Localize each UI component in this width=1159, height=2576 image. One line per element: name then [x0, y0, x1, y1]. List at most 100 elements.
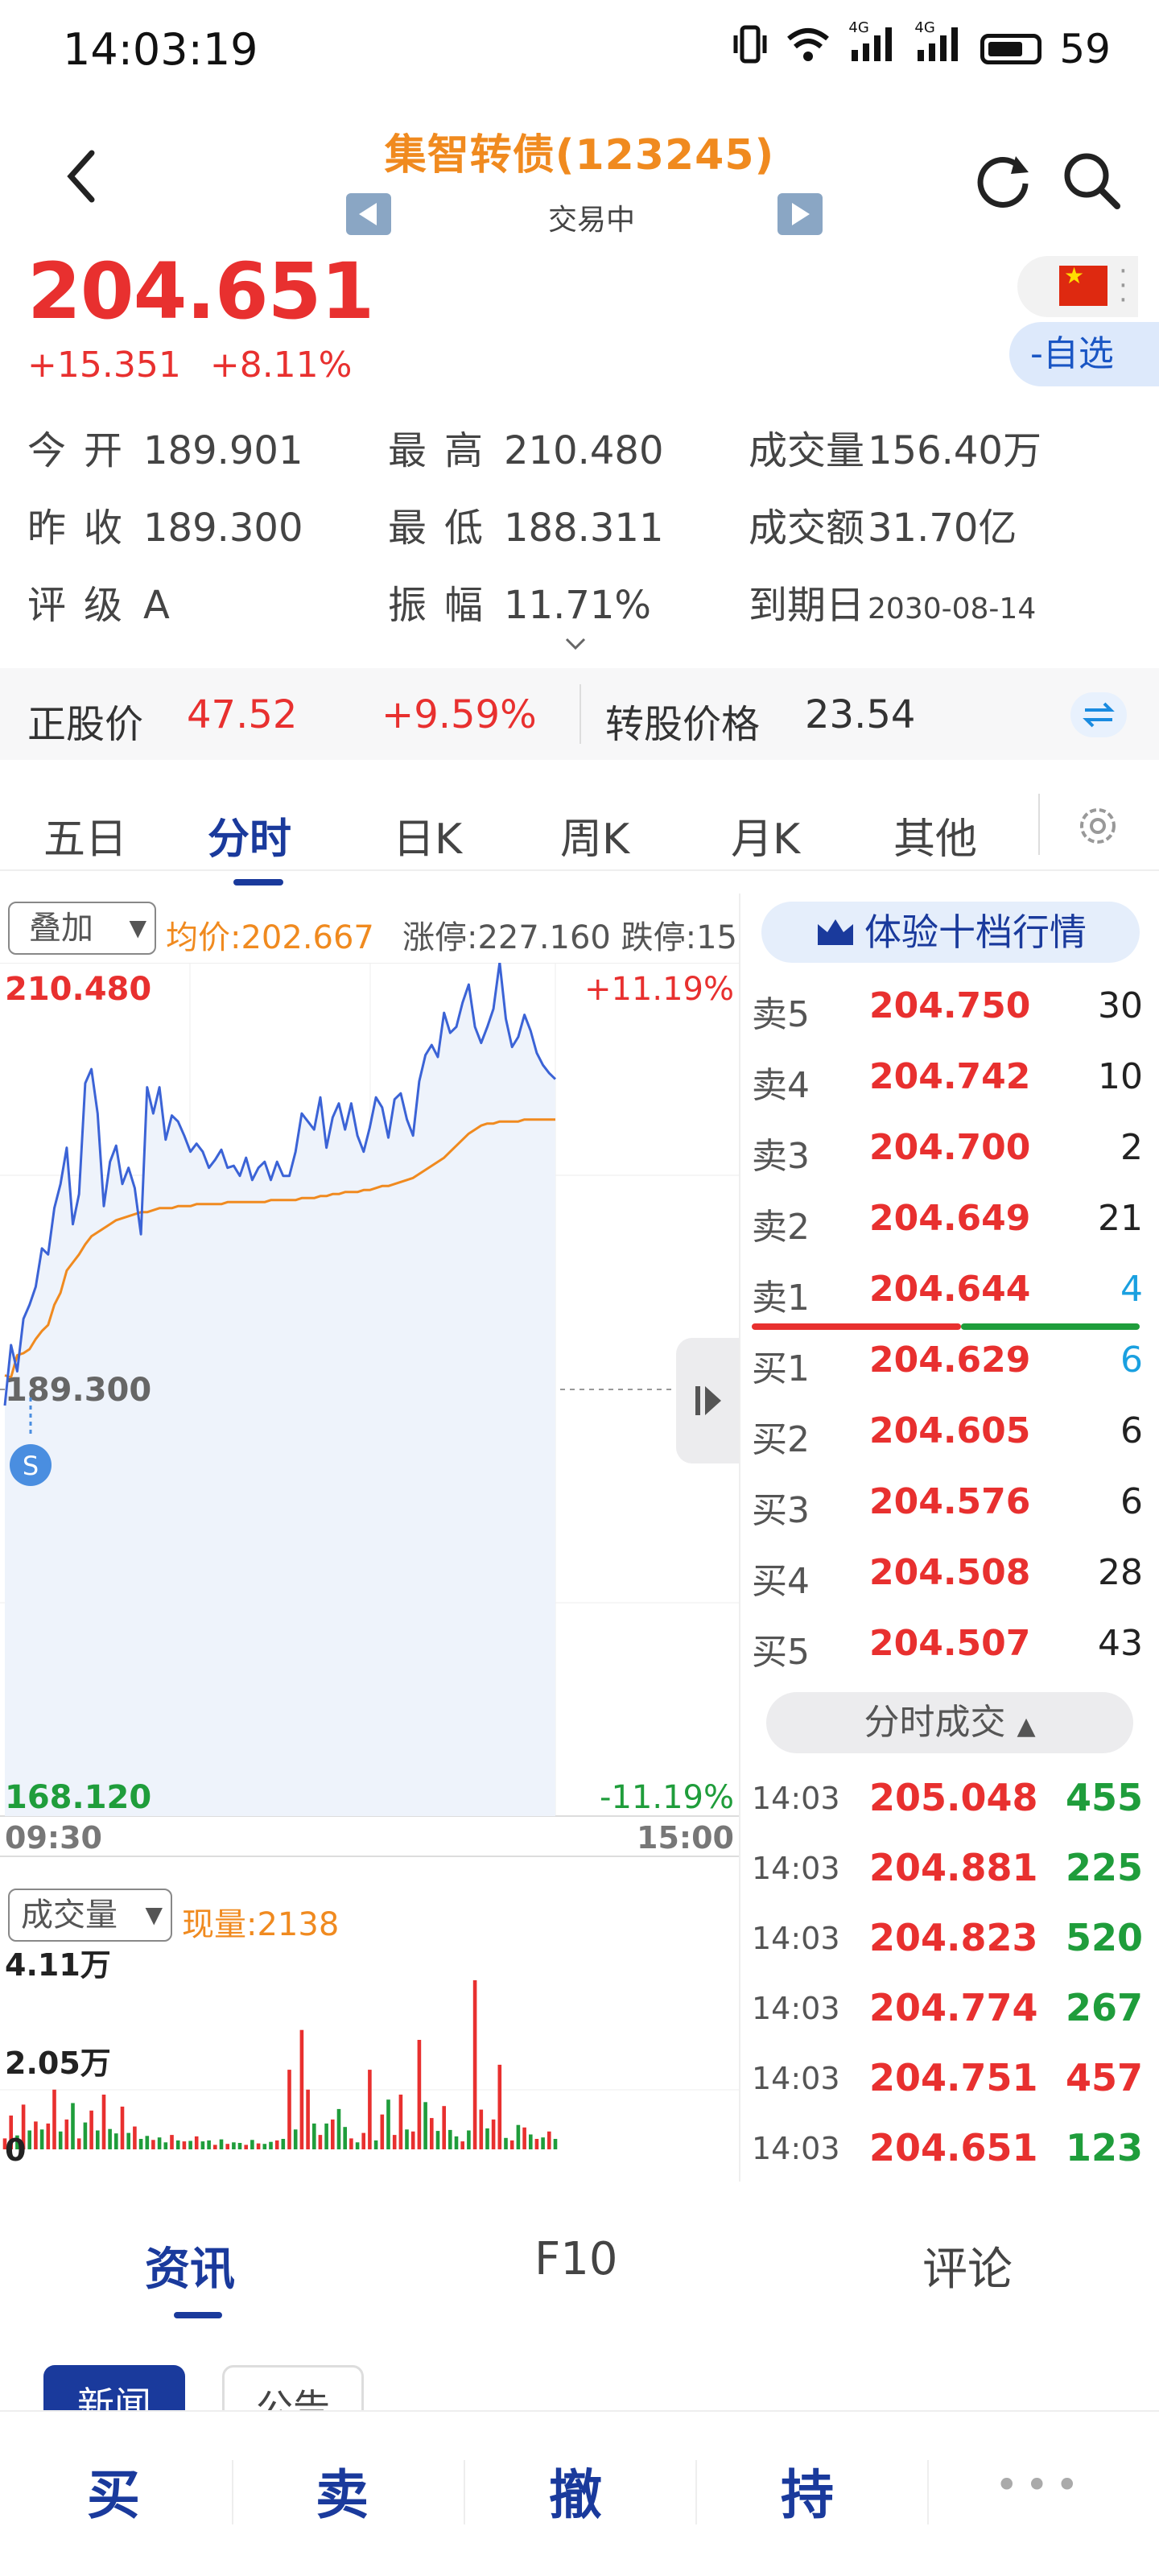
level-qty: 30: [1098, 985, 1143, 1026]
trade-price: 205.048: [869, 1776, 1038, 1819]
order-book: 体验十档行情 卖5 204.750 30 卖4 204.742 10 卖3 204.700 2 卖…: [739, 894, 1159, 2182]
volume-bar: [324, 2123, 328, 2149]
trade-state: 交易中: [547, 204, 635, 237]
ask-row[interactable]: 卖5 204.750 30: [740, 971, 1159, 1043]
expand-panel-handle[interactable]: [676, 1338, 739, 1463]
volume-bar: [219, 2139, 224, 2149]
tab-comments[interactable]: 评论: [922, 2233, 1013, 2298]
volume-bar: [509, 2140, 514, 2149]
status-time: 14:03:19: [63, 24, 258, 75]
tab-intraday[interactable]: 分时: [208, 805, 291, 865]
stat-label: 成交额: [749, 506, 865, 551]
tab-news[interactable]: 资讯: [145, 2233, 235, 2298]
conversion-price: 23.54: [805, 692, 916, 737]
volume-bar: [547, 2131, 551, 2149]
tab-monthly-k[interactable]: 月K: [731, 805, 800, 865]
intraday-chart: 叠加 ▼ 均价:202.667 涨停:227.160 跌停:15 189.300 S…: [0, 894, 739, 2182]
active-tab-indicator: [233, 879, 283, 886]
volume-bar: [361, 2132, 365, 2149]
level-qty: 6: [1120, 1410, 1143, 1451]
volume-bar: [380, 2114, 385, 2149]
volume-bar: [318, 2135, 323, 2149]
level10-quote-button[interactable]: 体验十档行情: [761, 902, 1140, 963]
level-price: 204.576: [869, 1481, 1031, 1522]
tab-f10[interactable]: F10: [534, 2233, 617, 2285]
sell-button[interactable]: 卖: [316, 2452, 369, 2529]
header: 集智转债(123245) 交易中: [0, 100, 1159, 245]
chevron-down-icon[interactable]: [563, 636, 588, 652]
holdings-button[interactable]: 持: [781, 2452, 834, 2529]
volume-bar: [76, 2138, 81, 2149]
trade-volume: 520: [1065, 1916, 1143, 1959]
volume-bar: [96, 2130, 100, 2149]
divider: [232, 2460, 233, 2524]
tab-weekly-k[interactable]: 周K: [560, 805, 629, 865]
bid-row[interactable]: 买1 204.629 6: [740, 1325, 1159, 1397]
remove-watchlist-button[interactable]: -自选: [1009, 322, 1159, 386]
ask-row[interactable]: 卖1 204.644 4: [740, 1254, 1159, 1327]
status-bar: 14:03:19 4G 4G 59: [0, 0, 1159, 100]
ask-row[interactable]: 卖4 204.742 10: [740, 1042, 1159, 1114]
volume-bar: [331, 2119, 335, 2149]
bid-row[interactable]: 买4 204.508 28: [740, 1538, 1159, 1610]
level-qty: 4: [1120, 1269, 1143, 1310]
x-start-label: 09:30: [5, 1820, 102, 1856]
stat-label: 成交量: [749, 428, 865, 473]
bid-row[interactable]: 买5 204.507 43: [740, 1608, 1159, 1681]
search-button[interactable]: [1059, 148, 1124, 213]
change-percent: +8.11%: [209, 345, 353, 386]
indicator-select[interactable]: 成交量 ▼: [8, 1889, 172, 1942]
level-qty: 6: [1120, 1481, 1143, 1522]
bid-row[interactable]: 买3 204.576 6: [740, 1467, 1159, 1539]
volume-bar: [423, 2102, 427, 2149]
volume-bar: [497, 2064, 502, 2149]
limit-prices: 涨停:227.160 跌停:15: [402, 919, 737, 956]
tab-daily-k[interactable]: 日K: [393, 805, 462, 865]
volume-bar: [435, 2131, 440, 2149]
volume-bar: [281, 2139, 286, 2149]
divider: [580, 684, 581, 744]
tab-other[interactable]: 其他: [893, 805, 977, 865]
cancel-order-button[interactable]: 撤: [549, 2452, 602, 2529]
triangle-down-icon: ▼: [129, 914, 146, 941]
refresh-button[interactable]: [971, 148, 1035, 213]
quote-stats: 今开189.901 最高210.480 成交量156.40万 昨收189.300…: [27, 419, 1138, 650]
divider: [1038, 794, 1040, 855]
y-max-label: 210.480: [5, 971, 151, 1008]
market-flag[interactable]: ···: [1017, 256, 1138, 317]
price-chart-svg[interactable]: 189.300 S 210.480 +11.19% 168.120 -11.19%…: [0, 963, 739, 1926]
vibrate-icon: [732, 24, 768, 74]
pct-max-label: +11.19%: [584, 971, 734, 1008]
ask-row[interactable]: 卖3 204.700 2: [740, 1113, 1159, 1185]
volume-bar: [138, 2139, 143, 2149]
volume-bar: [145, 2136, 150, 2149]
volume-bar: [200, 2141, 205, 2149]
volume-bar: [175, 2140, 180, 2149]
trade-volume: 455: [1065, 1776, 1143, 1819]
volume-bar: [213, 2145, 217, 2149]
crown-icon: [815, 905, 856, 966]
stat-value: 156.40万: [868, 428, 1041, 473]
stats-row: 昨收189.300 最低188.311 成交额31.70亿: [27, 496, 1138, 573]
overlay-select[interactable]: 叠加 ▼: [8, 902, 156, 955]
gear-icon[interactable]: [1074, 802, 1122, 850]
stat-low: 最低188.311: [388, 496, 664, 552]
next-bond-button[interactable]: [777, 193, 823, 235]
swap-icon[interactable]: [1070, 692, 1127, 737]
more-icon[interactable]: •••: [995, 2462, 1085, 2508]
trade-volume: 267: [1065, 1986, 1143, 2029]
trades-toggle-button[interactable]: 分时成交 ▲: [766, 1692, 1133, 1753]
underlying-stock-bar[interactable]: 正股价 47.52 +9.59% 转股价格 23.54: [0, 668, 1159, 760]
ask-row[interactable]: 卖2 204.649 21: [740, 1183, 1159, 1256]
trade-time: 14:03: [752, 2061, 840, 2096]
tab-five-day[interactable]: 五日: [43, 805, 127, 865]
level-label: 卖1: [752, 1278, 810, 1319]
level-qty: 10: [1098, 1056, 1143, 1097]
buy-button[interactable]: 买: [87, 2452, 140, 2529]
stat-label: 今开: [27, 428, 141, 473]
trade-price: 204.881: [869, 1846, 1038, 1889]
bid-row[interactable]: 买2 204.605 6: [740, 1396, 1159, 1468]
stat-amplitude: 振幅11.71%: [388, 573, 651, 630]
change-amount: +15.351: [27, 345, 181, 386]
level-label: 卖2: [752, 1207, 810, 1248]
